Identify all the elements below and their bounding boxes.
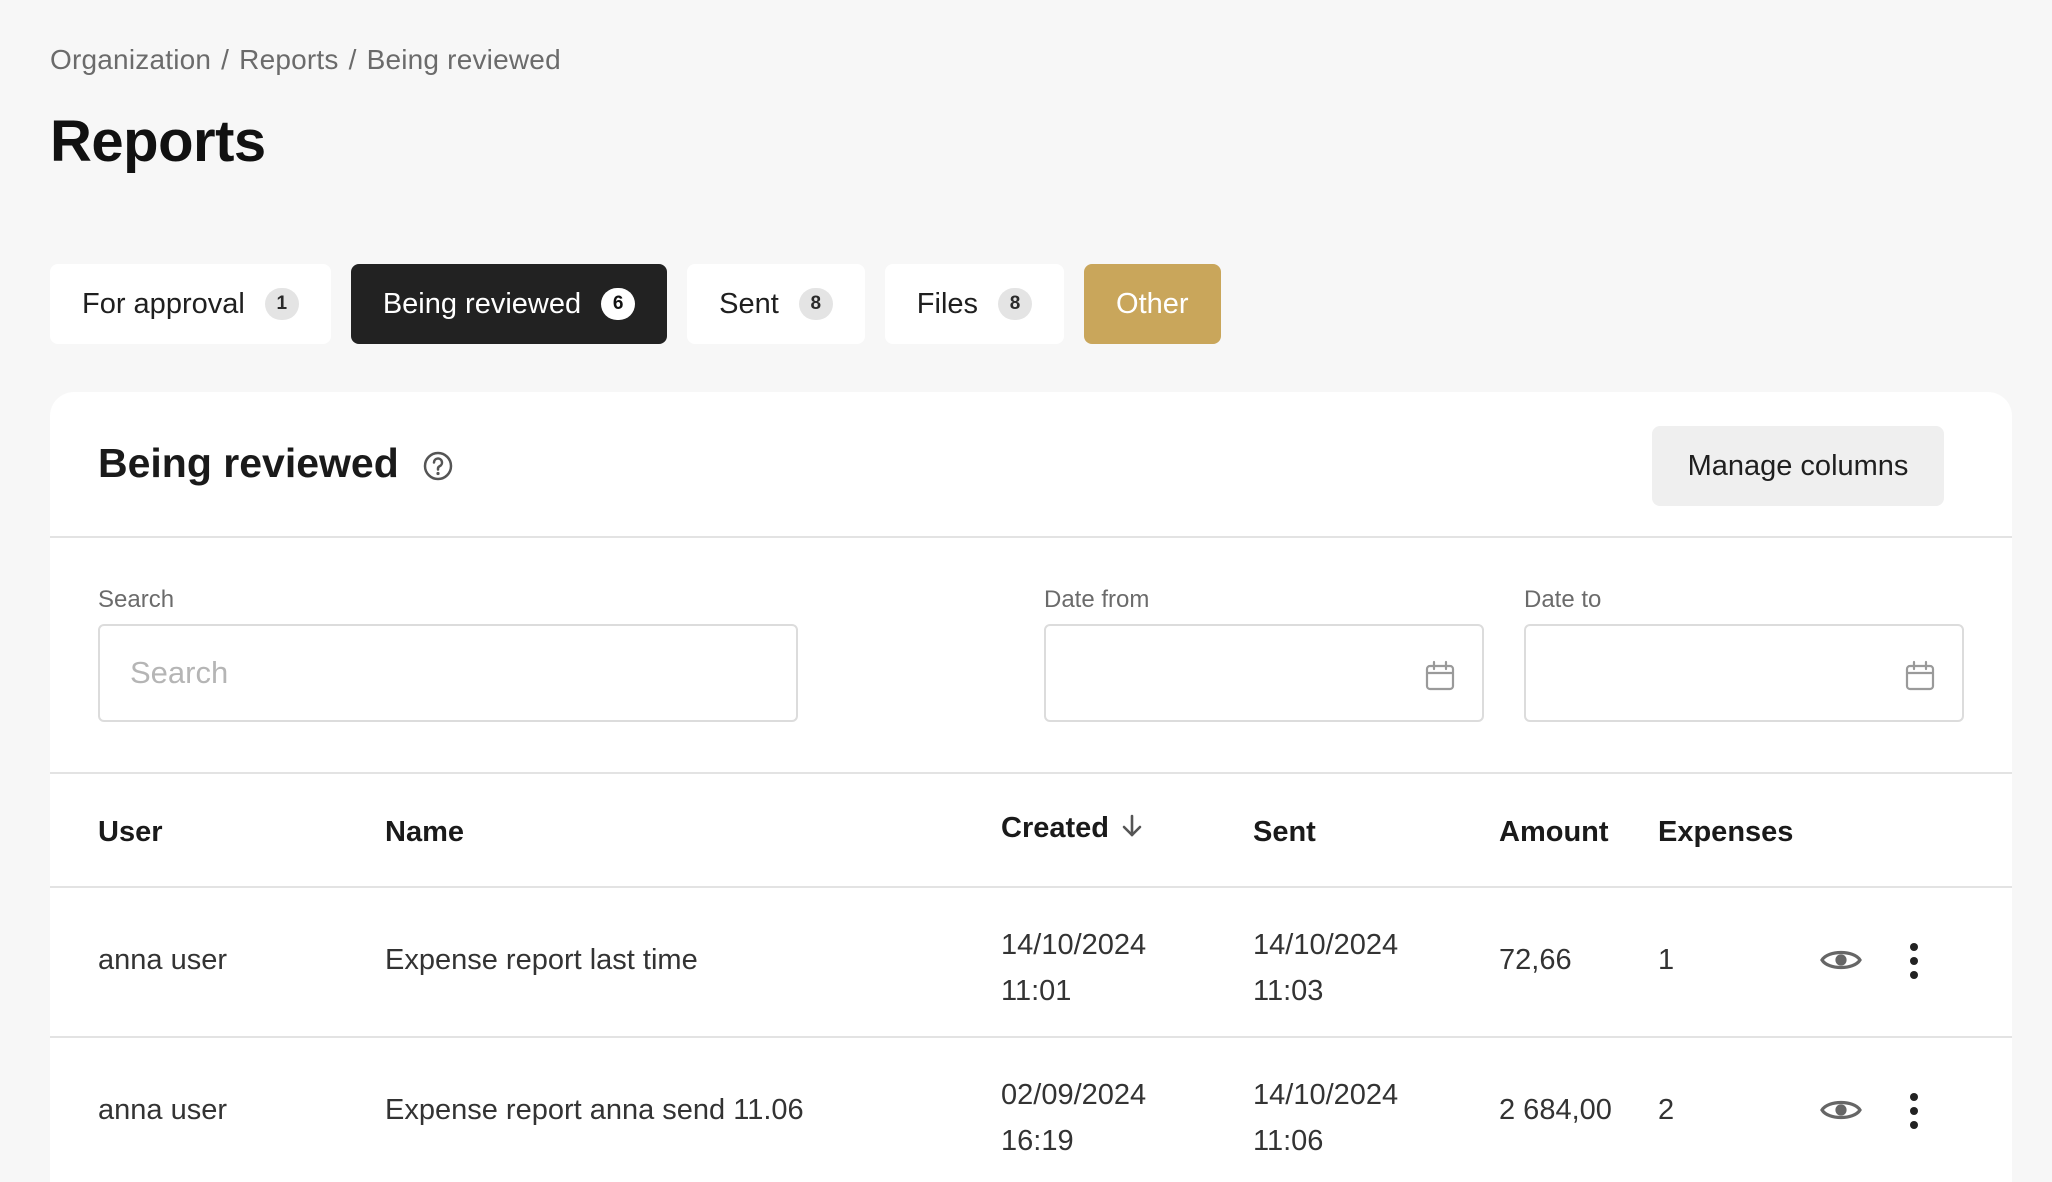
question-circle-icon[interactable] xyxy=(422,450,454,482)
count-badge: 8 xyxy=(998,288,1033,320)
count-badge: 8 xyxy=(798,288,833,320)
table-row[interactable]: anna user Expense report anna send 11.06… xyxy=(50,1038,2012,1182)
tab-being-reviewed[interactable]: Being reviewed 6 xyxy=(350,264,668,344)
date-to-label: Date to xyxy=(1524,586,1602,613)
table-header: User Name Created Sent Amount Expenses xyxy=(50,774,2012,888)
breadcrumb-item-reports[interactable]: Reports xyxy=(239,44,338,76)
date-to-field[interactable] xyxy=(1524,624,1964,722)
column-header-amount[interactable]: Amount xyxy=(1499,816,1609,849)
breadcrumb: Organization / Reports / Being reviewed xyxy=(50,44,561,76)
sent-date: 14/10/2024 xyxy=(1253,1079,1399,1111)
more-vertical-icon[interactable] xyxy=(1908,942,1920,980)
tab-label: Sent xyxy=(719,287,779,320)
cell-expenses: 2 xyxy=(1658,1094,1675,1126)
cell-name: Expense report last time xyxy=(385,944,698,976)
report-tabs: For approval 1 Being reviewed 6 Sent 8 F… xyxy=(50,264,1221,344)
tab-for-approval[interactable]: For approval 1 xyxy=(50,264,331,344)
created-time: 11:01 xyxy=(1001,975,1072,1007)
created-time: 16:19 xyxy=(1001,1125,1074,1157)
breadcrumb-separator: / xyxy=(221,44,230,75)
sent-time: 11:03 xyxy=(1253,975,1324,1007)
column-header-name[interactable]: Name xyxy=(385,816,464,849)
column-header-sent[interactable]: Sent xyxy=(1253,816,1316,849)
date-from-label: Date from xyxy=(1044,586,1150,613)
cell-expenses: 1 xyxy=(1658,944,1675,976)
cell-sent: 14/10/2024 11:03 xyxy=(1253,922,1398,1014)
date-from-field[interactable] xyxy=(1044,624,1484,722)
manage-columns-button[interactable]: Manage columns xyxy=(1652,426,1944,506)
column-header-expenses[interactable]: Expenses xyxy=(1658,816,1793,849)
filters-bar: Search Date from Date to xyxy=(50,538,2012,774)
cell-amount: 2 684,00 xyxy=(1499,1094,1612,1126)
sent-date: 14/10/2024 xyxy=(1253,929,1399,961)
search-field xyxy=(98,624,798,722)
created-date: 14/10/2024 xyxy=(1001,929,1147,961)
cell-user: anna user xyxy=(98,944,227,976)
search-input[interactable] xyxy=(100,626,796,720)
arrow-down-icon xyxy=(1122,814,1142,836)
calendar-icon[interactable] xyxy=(1904,660,1936,692)
column-header-label: Created xyxy=(1001,812,1109,844)
page-title: Reports xyxy=(50,109,266,174)
tab-label: Other xyxy=(1116,287,1189,320)
tab-label: For approval xyxy=(82,287,245,320)
eye-icon[interactable] xyxy=(1820,1095,1862,1125)
cell-name: Expense report anna send 11.06 xyxy=(385,1094,804,1126)
reports-card: Being reviewed Manage columns Search Dat… xyxy=(50,392,2012,1182)
tab-label: Being reviewed xyxy=(382,287,582,320)
column-header-created[interactable]: Created xyxy=(1001,812,1145,845)
sent-time: 11:06 xyxy=(1253,1125,1324,1157)
breadcrumb-separator: / xyxy=(348,44,357,75)
breadcrumb-item-current: Being reviewed xyxy=(366,44,561,75)
cell-amount: 72,66 xyxy=(1499,944,1572,976)
tab-files[interactable]: Files 8 xyxy=(884,264,1065,344)
column-header-user[interactable]: User xyxy=(98,816,163,849)
table-row[interactable]: anna user Expense report last time 14/10… xyxy=(50,888,2012,1038)
cell-created: 14/10/2024 11:01 xyxy=(1001,922,1146,1014)
more-vertical-icon[interactable] xyxy=(1908,1092,1920,1130)
count-badge: 1 xyxy=(264,288,299,320)
cell-user: anna user xyxy=(98,1094,227,1126)
breadcrumb-item-organization[interactable]: Organization xyxy=(50,44,211,76)
search-label: Search xyxy=(98,586,175,613)
date-to-input[interactable] xyxy=(1526,626,1962,720)
page: Organization / Reports / Being reviewed Repo… xyxy=(0,0,2052,1182)
date-from-input[interactable] xyxy=(1046,626,1482,720)
created-date: 02/09/2024 xyxy=(1001,1079,1147,1111)
tab-label: Files xyxy=(916,287,979,320)
tab-sent[interactable]: Sent 8 xyxy=(687,264,865,344)
tab-other[interactable]: Other xyxy=(1084,264,1221,344)
count-badge: 6 xyxy=(601,288,636,320)
card-title: Being reviewed xyxy=(98,440,399,486)
card-header: Being reviewed Manage columns xyxy=(50,392,2012,538)
calendar-icon[interactable] xyxy=(1424,660,1456,692)
cell-created: 02/09/2024 16:19 xyxy=(1001,1072,1146,1164)
eye-icon[interactable] xyxy=(1820,945,1862,975)
cell-sent: 14/10/2024 11:06 xyxy=(1253,1072,1398,1164)
